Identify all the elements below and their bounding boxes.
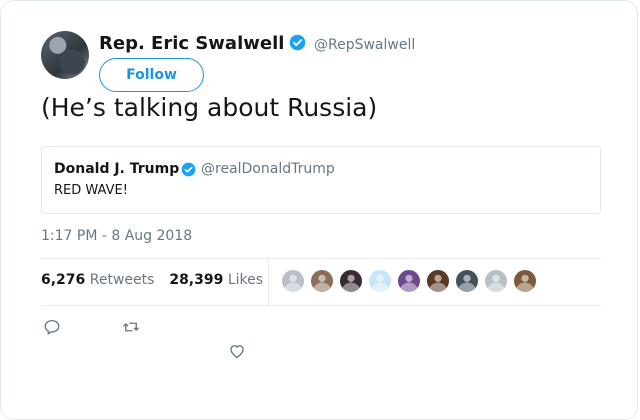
tweet-card: Rep. Eric Swalwell @RepSwalwell Follow (…	[0, 0, 638, 420]
tweet-stats: 6,276 Retweets 28,399 Likes	[41, 272, 263, 288]
user-avatar-icon[interactable]	[339, 269, 363, 293]
likes-label: Likes	[227, 272, 264, 288]
retweets-label: Retweets	[89, 272, 155, 288]
retweets-count: 6,276	[41, 272, 86, 288]
egg-avatar-icon[interactable]	[368, 269, 392, 293]
retweet-icon[interactable]	[122, 318, 140, 336]
quoted-author-handle: @realDonaldTrump	[201, 161, 335, 177]
divider	[41, 258, 601, 259]
tweet-timestamp[interactable]: 1:17 PM - 8 Aug 2018	[41, 228, 192, 244]
author-avatar[interactable]	[41, 31, 89, 79]
author-handle[interactable]: @RepSwalwell	[314, 37, 415, 53]
user-avatar-icon[interactable]	[513, 269, 537, 293]
quoted-tweet-text: RED WAVE!	[54, 183, 128, 198]
likes-stat[interactable]: 28,399 Likes	[169, 272, 263, 288]
quoted-author-name: Donald J. Trump	[54, 161, 180, 177]
reply-icon[interactable]	[43, 318, 61, 336]
divider	[41, 305, 601, 306]
verified-badge-icon	[181, 162, 196, 177]
user-avatar-icon[interactable]	[426, 269, 450, 293]
default-avatar-icon[interactable]	[281, 269, 305, 293]
default-avatar-icon[interactable]	[484, 269, 508, 293]
user-avatar-icon[interactable]	[455, 269, 479, 293]
likes-count: 28,399	[169, 272, 224, 288]
user-avatar-icon[interactable]	[310, 269, 334, 293]
follow-button[interactable]: Follow	[99, 58, 204, 92]
retweets-stat[interactable]: 6,276 Retweets	[41, 272, 154, 288]
quoted-tweet[interactable]: Donald J. Trump @realDonaldTrump RED WAV…	[41, 146, 601, 214]
author-name[interactable]: Rep. Eric Swalwell	[99, 33, 284, 54]
verified-badge-icon	[289, 34, 306, 51]
user-avatar-icon[interactable]	[397, 269, 421, 293]
tweet-text: (He’s talking about Russia)	[41, 93, 378, 122]
like-heart-icon[interactable]	[228, 342, 246, 360]
stats-divider	[268, 259, 269, 305]
